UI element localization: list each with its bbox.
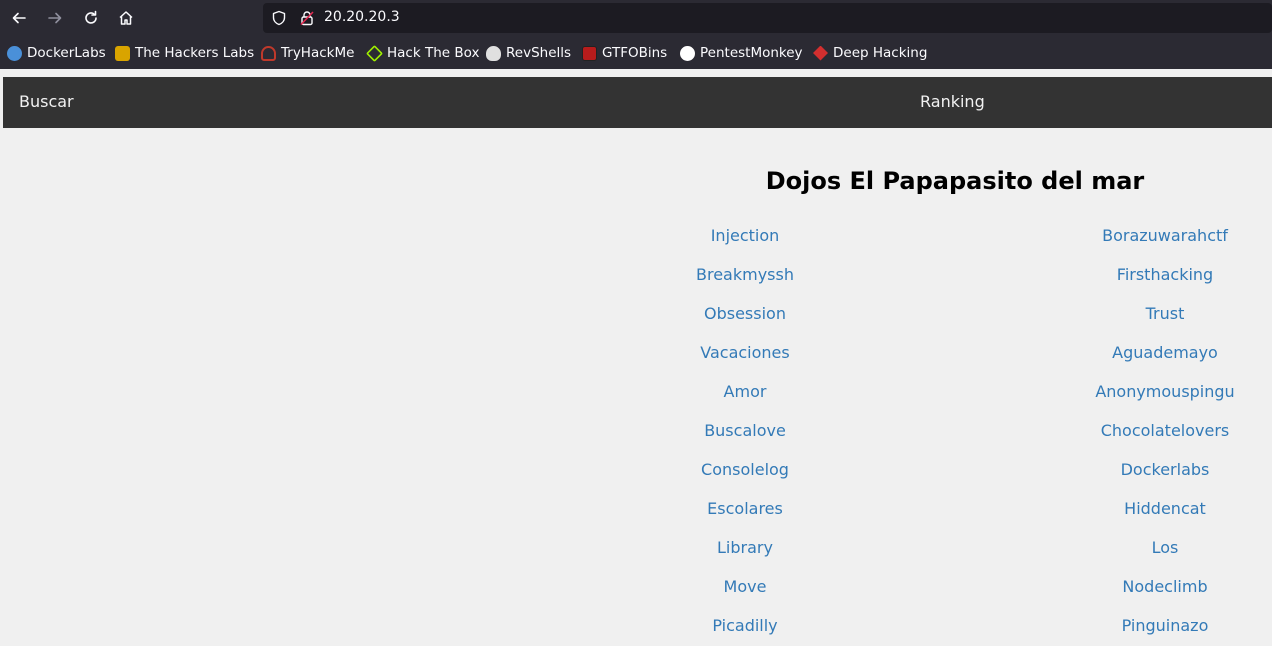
dojo-link[interactable]: Escolares: [535, 487, 955, 526]
bookmark-label: Hack The Box: [387, 45, 480, 61]
bookmark-gtfobins[interactable]: GTFOBins: [582, 44, 667, 62]
forward-button[interactable]: [43, 6, 67, 30]
bookmark-label: GTFOBins: [602, 45, 668, 61]
bookmark-label: PentestMonkey: [700, 45, 803, 61]
bookmark-label: The Hackers Labs: [135, 45, 255, 61]
dojo-link[interactable]: Vacaciones: [535, 331, 955, 370]
page-title: Dojos El Papapasito del mar: [765, 167, 1145, 195]
dojo-link[interactable]: Borazuwarahctf: [955, 214, 1272, 253]
bookmark-label: DockerLabs: [27, 45, 106, 61]
bookmark-dockerlabs[interactable]: DockerLabs: [7, 44, 106, 62]
dockerlabs-icon: [7, 45, 22, 61]
skull-icon: [486, 45, 501, 61]
dojo-link[interactable]: Nodeclimb: [955, 565, 1272, 604]
bookmark-revshells[interactable]: RevShells: [486, 44, 571, 62]
dojo-link[interactable]: Buscalove: [535, 409, 955, 448]
dojo-link[interactable]: Amor: [535, 370, 955, 409]
hackthebox-cube-icon: [366, 44, 383, 62]
bookmark-tryhackme[interactable]: TryHackMe: [261, 44, 354, 62]
dojo-link[interactable]: Chocolatelovers: [955, 409, 1272, 448]
dojo-link[interactable]: Firsthacking: [955, 253, 1272, 292]
dojo-link[interactable]: Pinguinazo: [955, 604, 1272, 643]
url-bar[interactable]: 20.20.20.3: [263, 3, 1272, 33]
dojo-link[interactable]: Anonymouspingu: [955, 370, 1272, 409]
dojo-link[interactable]: Hiddencat: [955, 487, 1272, 526]
dojo-link[interactable]: Dockerlabs: [955, 448, 1272, 487]
dojo-link[interactable]: Trust: [955, 292, 1272, 331]
dojo-link[interactable]: Los: [955, 526, 1272, 565]
lock-icon[interactable]: [299, 10, 315, 26]
github-icon: [680, 45, 695, 61]
reload-icon: [85, 10, 97, 24]
dojo-link[interactable]: Breakmyssh: [535, 253, 955, 292]
bookmark-hack-the-box[interactable]: Hack The Box: [366, 44, 480, 62]
dojo-link[interactable]: Consolelog: [535, 448, 955, 487]
gtfobins-icon: [582, 45, 597, 61]
bookmark-label: TryHackMe: [281, 45, 355, 61]
dojo-link[interactable]: Move: [535, 565, 955, 604]
nav-search-link[interactable]: Buscar: [19, 92, 74, 111]
bookmark-label: Deep Hacking: [833, 45, 928, 61]
tryhackme-icon: [261, 45, 276, 61]
nav-ranking-link[interactable]: Ranking: [920, 92, 985, 111]
arrow-left-icon: [12, 12, 26, 24]
bookmark-pentestmonkey[interactable]: PentestMonkey: [680, 44, 803, 62]
hackers-labs-icon: [115, 45, 130, 61]
dojo-link[interactable]: Picadilly: [535, 604, 955, 643]
dojo-list-right: Borazuwarahctf Firsthacking Trust Aguade…: [955, 214, 1272, 643]
home-icon: [119, 11, 133, 25]
dojo-link[interactable]: Library: [535, 526, 955, 565]
browser-toolbar: 20.20.20.3: [0, 0, 1272, 36]
back-button[interactable]: [7, 6, 31, 30]
bookmark-deep-hacking[interactable]: Deep Hacking: [813, 44, 927, 62]
bookmark-label: RevShells: [506, 45, 572, 61]
page-content: Buscar Ranking Dojos El Papapasito del m…: [0, 69, 1272, 646]
shield-icon[interactable]: [271, 10, 287, 26]
reload-button[interactable]: [79, 6, 103, 30]
bookmark-the-hackers-labs[interactable]: The Hackers Labs: [115, 44, 254, 62]
arrow-right-icon: [48, 12, 62, 24]
deep-hacking-icon: [813, 45, 828, 61]
url-text[interactable]: 20.20.20.3: [324, 9, 400, 25]
dojo-list-left: Injection Breakmyssh Obsession Vacacione…: [535, 214, 955, 643]
dojo-link[interactable]: Injection: [535, 214, 955, 253]
top-navbar: Buscar Ranking: [3, 77, 1272, 128]
home-button[interactable]: [114, 6, 138, 30]
bookmarks-bar: DockerLabs The Hackers Labs TryHackMe Ha…: [0, 36, 1272, 69]
dojo-link[interactable]: Aguademayo: [955, 331, 1272, 370]
dojo-link[interactable]: Obsession: [535, 292, 955, 331]
